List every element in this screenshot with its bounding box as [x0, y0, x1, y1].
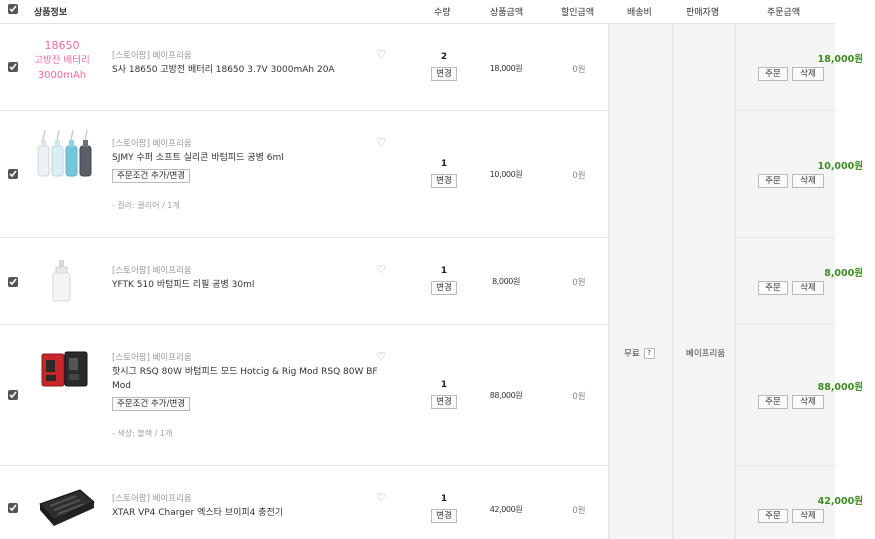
- rsq-mod-image: [41, 351, 88, 387]
- header-seller: 판매자명: [686, 8, 720, 18]
- silicone-bottles-image: [37, 129, 92, 177]
- header-shipping: 배송비: [627, 8, 652, 18]
- heart-icon[interactable]: ♡: [376, 350, 386, 363]
- divider: [672, 0, 673, 539]
- item-discount: 0원: [572, 506, 586, 516]
- item-quantity: 1: [440, 266, 448, 276]
- store-name: [스토어팜] 베이프리움: [112, 353, 192, 363]
- refill-bottle-image: [52, 260, 71, 302]
- item-price: 18,000원: [489, 64, 523, 73]
- item-order-total: 8,000원: [824, 268, 863, 279]
- order-button[interactable]: 주문: [758, 395, 788, 409]
- product-thumbnail[interactable]: [40, 350, 90, 390]
- order-option-change-button[interactable]: 주문조건 추가/변경: [112, 169, 191, 183]
- delete-button[interactable]: 삭제: [792, 281, 824, 295]
- store-name: [스토어팜] 베이프리움: [112, 139, 192, 149]
- thumb-text-line: 고방전 배터리: [34, 55, 90, 66]
- item-discount: 0원: [572, 65, 586, 75]
- product-name-link[interactable]: YFTK 510 바텀피드 리필 공병 30ml: [112, 278, 377, 292]
- header-order-total: 주문금액: [767, 8, 801, 18]
- cart-table-header: 상품정보 수량 상품금액 할인금액 배송비 판매자명 주문금액: [0, 0, 835, 24]
- item-price: 8,000원: [492, 277, 520, 286]
- item-checkbox[interactable]: [8, 390, 18, 400]
- thumb-text-line: 18650: [44, 39, 80, 52]
- store-name: [스토어팜] 베이프리움: [112, 51, 192, 61]
- change-quantity-button[interactable]: 변경: [431, 281, 457, 295]
- seller-column-bg: [673, 0, 735, 539]
- item-price: 42,000원: [489, 505, 523, 514]
- item-quantity: 1: [440, 159, 448, 169]
- order-option-change-button[interactable]: 주문조건 추가/변경: [112, 397, 191, 411]
- item-discount: 0원: [572, 171, 586, 181]
- thumb-text-line: 3000mAh: [37, 70, 87, 81]
- item-checkbox[interactable]: [8, 169, 18, 179]
- delete-button[interactable]: 삭제: [792, 174, 824, 188]
- delete-button[interactable]: 삭제: [792, 67, 824, 81]
- change-quantity-button[interactable]: 변경: [431, 395, 457, 409]
- heart-icon[interactable]: ♡: [376, 48, 386, 61]
- header-quantity: 수량: [434, 8, 451, 18]
- store-name: [스토어팜] 베이프리움: [112, 494, 192, 504]
- product-thumbnail[interactable]: [32, 128, 96, 184]
- change-quantity-button[interactable]: 변경: [431, 509, 457, 523]
- product-thumbnail[interactable]: [36, 484, 96, 528]
- product-thumbnail[interactable]: 18650 고방전 배터리 3000mAh: [32, 38, 92, 98]
- order-button[interactable]: 주문: [758, 174, 788, 188]
- item-checkbox[interactable]: [8, 277, 18, 287]
- product-name-link[interactable]: S사 18650 고방전 배터리 18650 3.7V 3000mAh 20A: [112, 63, 377, 77]
- shipping-fee-label: 무료: [624, 349, 640, 359]
- order-button[interactable]: 주문: [758, 281, 788, 295]
- delete-button[interactable]: 삭제: [792, 509, 824, 523]
- header-product-info: 상품정보: [34, 8, 68, 18]
- heart-icon[interactable]: ♡: [376, 491, 386, 504]
- divider: [608, 0, 609, 539]
- order-button[interactable]: 주문: [758, 509, 788, 523]
- product-name-link[interactable]: 핫시그 RSQ 80W 바텀피드 모드 Hotcig & Rig Mod RSQ…: [112, 365, 382, 393]
- item-quantity: 2: [440, 52, 448, 62]
- item-quantity: 1: [440, 494, 448, 504]
- xtar-charger-image: [39, 489, 95, 526]
- item-order-total: 18,000원: [817, 54, 863, 65]
- select-all-checkbox[interactable]: [8, 4, 18, 14]
- item-price: 88,000원: [489, 391, 523, 400]
- product-name-link[interactable]: SJMY 수퍼 소프트 실리콘 바텀피드 공병 6ml: [112, 151, 377, 165]
- item-checkbox[interactable]: [8, 503, 18, 513]
- shipping-fee-cell: 무료?: [624, 347, 655, 359]
- change-quantity-button[interactable]: 변경: [431, 174, 457, 188]
- item-quantity: 1: [440, 380, 448, 390]
- header-discount: 할인금액: [561, 8, 595, 18]
- item-order-total: 88,000원: [817, 382, 863, 393]
- option-info: - 컬러: 클리어 / 1개: [112, 201, 180, 210]
- item-order-total: 42,000원: [817, 496, 863, 507]
- shipping-column-bg: [608, 0, 672, 539]
- option-info: - 색상: 블랙 / 1개: [112, 429, 173, 438]
- header-price: 상품금액: [490, 8, 524, 18]
- item-discount: 0원: [572, 278, 586, 288]
- item-discount: 0원: [572, 392, 586, 402]
- delete-button[interactable]: 삭제: [792, 395, 824, 409]
- item-order-total: 10,000원: [817, 161, 863, 172]
- heart-icon[interactable]: ♡: [376, 263, 386, 276]
- store-name: [스토어팜] 베이프리움: [112, 266, 192, 276]
- seller-name: 베이프리움: [686, 349, 726, 359]
- product-thumbnail[interactable]: [48, 258, 76, 304]
- shipping-help-icon[interactable]: ?: [643, 348, 655, 359]
- item-price: 10,000원: [489, 170, 523, 179]
- item-checkbox[interactable]: [8, 62, 18, 72]
- heart-icon[interactable]: ♡: [376, 136, 386, 149]
- product-name-link[interactable]: XTAR VP4 Charger 엑스타 브이피4 충전기: [112, 506, 377, 520]
- order-button[interactable]: 주문: [758, 67, 788, 81]
- change-quantity-button[interactable]: 변경: [431, 67, 457, 81]
